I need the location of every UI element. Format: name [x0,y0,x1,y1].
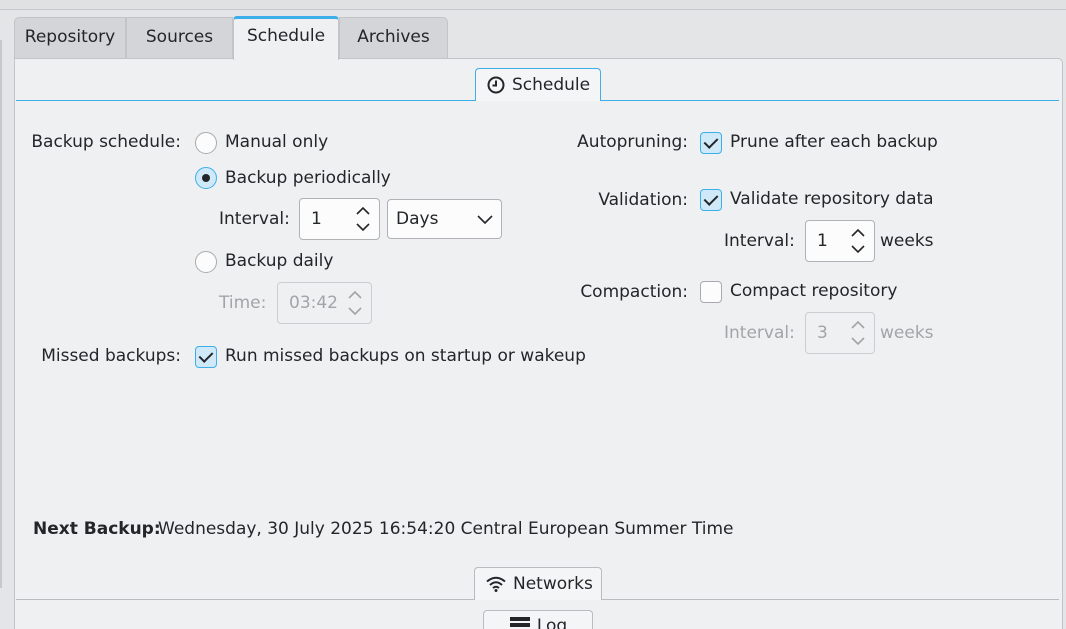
schedule-group-button[interactable]: Schedule [475,68,601,101]
tab-archives[interactable]: Archives [339,17,448,59]
tab-schedule[interactable]: Schedule [233,16,339,60]
clock-icon [487,76,505,94]
time-value: 03:42 [289,293,338,313]
spin-arrows-icon[interactable] [347,288,363,318]
tab-repository[interactable]: Repository [14,17,126,59]
tab-sources[interactable]: Sources [126,17,233,59]
backup-daily-radio[interactable] [195,251,217,273]
networks-group-title: Networks [513,574,593,594]
prune-checkbox[interactable] [700,132,722,154]
chevron-down-icon [477,215,493,224]
interval-label: Interval: [219,209,290,229]
wifi-icon [486,576,506,592]
interval-value: 1 [311,209,322,229]
manual-only-label[interactable]: Manual only [225,132,328,152]
interval-unit-value: Days [396,209,439,229]
autopruning-label: Autopruning: [577,132,688,152]
validate-checkbox[interactable] [700,189,722,211]
window-top-strip [0,0,1066,10]
networks-group-button[interactable]: Networks [474,567,602,600]
interval-spinbox[interactable]: 1 [299,198,380,240]
log-group-title: Log [536,616,568,629]
spin-arrows-icon[interactable] [355,204,371,234]
compaction-interval-unit: weeks [880,323,934,343]
time-label: Time: [219,293,267,313]
compaction-label: Compaction: [580,282,688,302]
validation-interval-unit: weeks [880,231,934,251]
missed-backups-checkbox[interactable] [195,346,217,368]
compact-option[interactable]: Compact repository [730,281,897,301]
next-backup-label: Next Backup: [33,519,161,539]
interval-unit-combo[interactable]: Days [387,199,502,239]
compact-checkbox[interactable] [700,281,722,303]
backup-periodically-radio[interactable] [195,167,217,189]
next-backup-value: Wednesday, 30 July 2025 16:54:20 Central… [158,519,734,539]
compaction-interval-value: 3 [817,323,828,343]
validation-interval-label: Interval: [724,231,795,251]
backup-periodically-label[interactable]: Backup periodically [225,168,391,188]
validate-option[interactable]: Validate repository data [730,189,934,209]
log-icon [509,617,530,627]
spin-arrows-icon[interactable] [850,226,866,256]
spin-arrows-icon[interactable] [850,318,866,348]
prune-option[interactable]: Prune after each backup [730,132,938,152]
compaction-interval-spinbox[interactable]: 3 [805,312,875,354]
log-group-button[interactable]: Log [483,610,593,629]
missed-backups-label: Missed backups: [41,346,181,366]
missed-backups-option[interactable]: Run missed backups on startup or wakeup [225,346,586,366]
backup-daily-label[interactable]: Backup daily [225,251,333,271]
validation-interval-value: 1 [817,231,828,251]
validation-label: Validation: [598,190,688,210]
backup-schedule-label: Backup schedule: [31,132,181,152]
compaction-interval-label: Interval: [724,323,795,343]
left-border [0,40,2,588]
time-spinbox[interactable]: 03:42 [277,282,372,324]
schedule-group-title: Schedule [512,75,591,95]
validation-interval-spinbox[interactable]: 1 [805,220,875,262]
manual-only-radio[interactable] [195,132,217,154]
